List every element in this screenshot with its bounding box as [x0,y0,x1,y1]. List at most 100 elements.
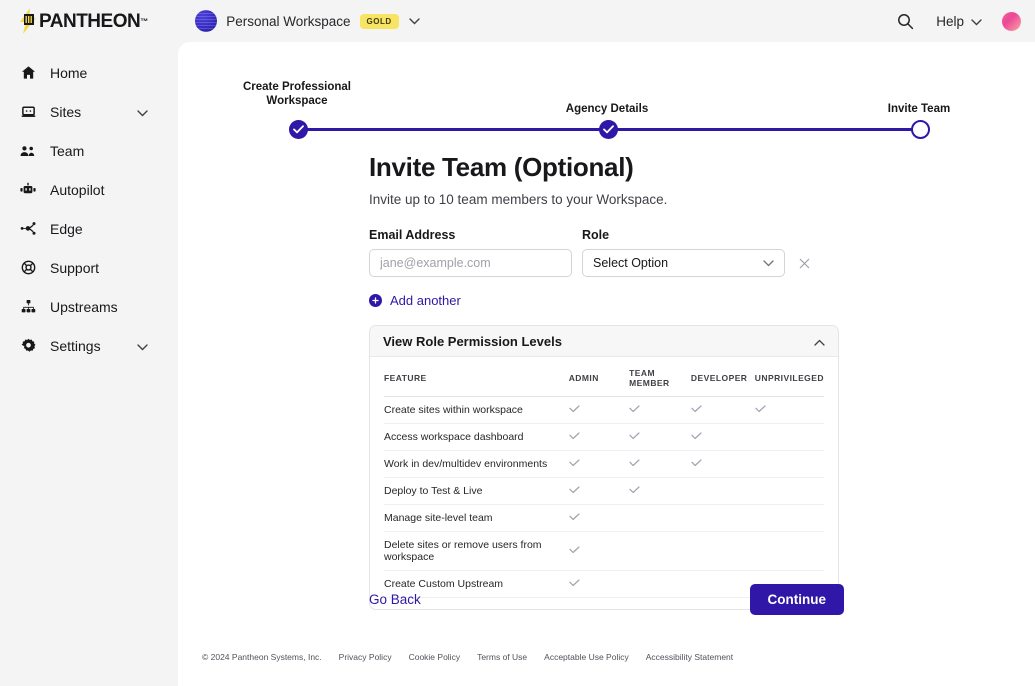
check-icon [629,405,640,416]
edge-icon [18,221,38,236]
sidebar-item-label: Edge [50,222,83,236]
remove-invite-row-button[interactable] [799,257,810,271]
email-field[interactable] [369,249,572,277]
step-connector [614,128,912,131]
permission-cell-team-member [629,451,691,478]
sites-icon [18,104,38,119]
permission-cell-team-member [629,397,691,424]
permission-cell-admin [569,424,629,451]
sidebar-item-label: Autopilot [50,183,104,197]
sidebar-item-sites[interactable]: Sites [0,92,178,131]
sidebar-item-label: Settings [50,339,101,353]
footer-link[interactable]: Acceptable Use Policy [544,652,629,662]
step-label-3: Invite Team [860,102,978,116]
chevron-down-icon[interactable] [137,338,148,354]
home-icon [18,65,38,80]
lightning-bolt-icon [18,7,38,35]
continue-button[interactable]: Continue [750,584,845,615]
upstreams-icon [18,299,38,314]
chevron-down-icon [971,14,982,29]
table-row: Delete sites or remove users from worksp… [384,532,824,571]
sidebar-item-autopilot[interactable]: Autopilot [0,170,178,209]
sidebar-item-home[interactable]: Home [0,53,178,92]
help-menu[interactable]: Help [936,14,982,29]
pantheon-logo[interactable]: PANTHEON ™ [18,7,148,35]
sidebar-item-settings[interactable]: Settings [0,326,178,365]
top-bar: PANTHEON ™ Personal Workspace GOLD Help [0,0,1035,42]
footer-link[interactable]: Privacy Policy [339,652,392,662]
table-row: Create sites within workspace [384,397,824,424]
check-icon [629,486,640,497]
check-icon [569,513,580,524]
settings-icon [18,338,38,353]
footer-link[interactable]: Terms of Use [477,652,527,662]
table-row: Access workspace dashboard [384,424,824,451]
sidebar-item-label: Upstreams [50,300,118,314]
column-header: FEATURE [384,357,569,397]
add-another-button[interactable]: Add another [369,293,461,308]
check-icon [569,459,580,470]
app-root: PANTHEON ™ Personal Workspace GOLD Help [0,0,1035,686]
permission-cell-unprivileged [755,478,824,505]
table-row: Manage site-level team [384,505,824,532]
chevron-down-icon[interactable] [137,104,148,120]
brand-wordmark: PANTHEON [39,12,140,31]
check-icon [629,432,640,443]
permissions-header-row: FEATUREADMINTEAM MEMBERDEVELOPERUNPRIVIL… [384,357,824,397]
sidebar-item-edge[interactable]: Edge [0,209,178,248]
sidebar-item-support[interactable]: Support [0,248,178,287]
support-icon [18,260,38,275]
sidebar-item-team[interactable]: Team [0,131,178,170]
step-dot-1[interactable] [289,120,308,139]
permission-cell-unprivileged [755,397,824,424]
team-icon [18,144,38,158]
permission-cell-unprivileged [755,505,824,532]
user-avatar[interactable] [1002,12,1021,31]
column-header: ADMIN [569,357,629,397]
check-icon [569,486,580,497]
check-icon [569,405,580,416]
feature-name: Deploy to Test & Live [384,478,569,505]
column-header: DEVELOPER [691,357,755,397]
step-label-2: Agency Details [548,102,666,116]
footer-link[interactable]: Cookie Policy [409,652,461,662]
table-row: Deploy to Test & Live [384,478,824,505]
step-dot-3[interactable] [911,120,930,139]
step-dot-2[interactable] [599,120,618,139]
permission-cell-team-member [629,478,691,505]
column-header: TEAM MEMBER [629,357,691,397]
sidebar-item-label: Sites [50,105,81,119]
feature-name: Manage site-level team [384,505,569,532]
chevron-up-icon [814,334,825,349]
invite-row: Email Address Role Select Option [369,228,1035,277]
permission-cell-developer [691,478,755,505]
wizard-actions: Go Back Continue [178,584,1035,615]
autopilot-icon [18,182,38,197]
page-subtitle: Invite up to 10 team members to your Wor… [369,192,1035,207]
sidebar-item-label: Support [50,261,99,275]
permission-cell-admin [569,505,629,532]
permission-cell-admin [569,532,629,571]
sidebar-nav: Home Sites Team Autopilot Edge Support Upstrea… [0,42,178,686]
go-back-button[interactable]: Go Back [369,592,421,607]
check-icon [569,432,580,443]
sidebar-item-upstreams[interactable]: Upstreams [0,287,178,326]
permission-cell-team-member [629,505,691,532]
role-permissions-title: View Role Permission Levels [383,334,562,349]
workspace-switcher[interactable]: Personal Workspace GOLD [195,10,419,32]
permission-cell-admin [569,397,629,424]
search-icon[interactable] [897,13,914,30]
role-select[interactable]: Select Option [582,249,785,277]
plus-icon [369,294,382,307]
sidebar-item-label: Home [50,66,87,80]
permission-cell-developer [691,424,755,451]
check-icon [629,459,640,470]
footer-link[interactable]: Accessibility Statement [646,652,733,662]
copyright-text: © 2024 Pantheon Systems, Inc. [202,652,322,662]
add-another-label: Add another [390,293,461,308]
role-label: Role [582,228,785,242]
permission-cell-admin [569,478,629,505]
role-permissions-body: FEATUREADMINTEAM MEMBERDEVELOPERUNPRIVIL… [370,357,838,609]
feature-name: Access workspace dashboard [384,424,569,451]
role-permissions-toggle[interactable]: View Role Permission Levels [370,326,838,357]
